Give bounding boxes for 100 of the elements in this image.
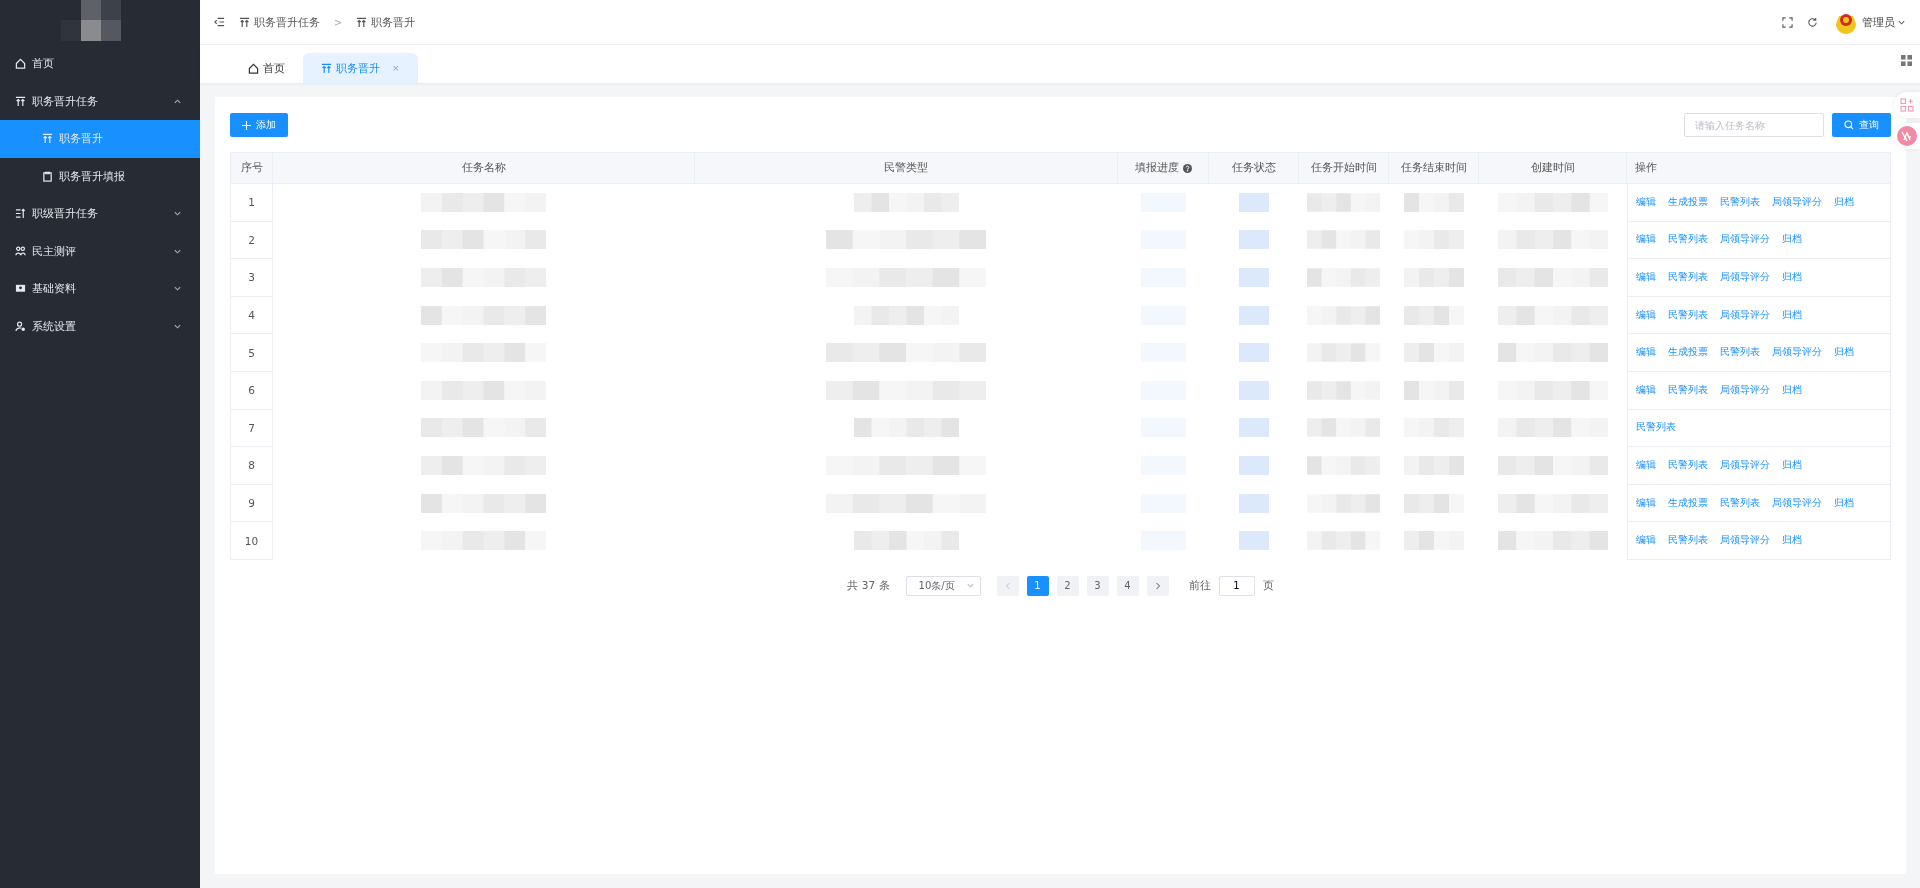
action-link[interactable]: 局领导评分 <box>1772 496 1822 510</box>
action-link[interactable]: 民警列表 <box>1720 496 1760 510</box>
query-button[interactable]: 查询 <box>1832 113 1891 137</box>
pixelated-text <box>1238 418 1269 438</box>
action-link[interactable]: 生成投票 <box>1668 496 1708 510</box>
action-link[interactable]: 归档 <box>1782 383 1802 397</box>
table-cell: 2 <box>231 221 273 260</box>
page-suffix: 页 <box>1262 578 1274 593</box>
action-link[interactable]: 归档 <box>1834 346 1854 360</box>
pixelated-text <box>1403 192 1464 212</box>
menu-item[interactable]: 首页 <box>0 45 200 83</box>
user-menu[interactable]: 管理员 <box>1832 8 1906 36</box>
action-link[interactable]: 局领导评分 <box>1720 233 1770 247</box>
page-button[interactable]: 3 <box>1086 575 1109 596</box>
chevron-down-icon <box>173 284 182 294</box>
action-link[interactable]: 编辑 <box>1636 534 1656 548</box>
menu-item[interactable]: 基础资料 <box>0 270 200 308</box>
user-name: 管理员 <box>1862 14 1895 30</box>
action-link[interactable]: 民警列表 <box>1668 458 1708 472</box>
menu-item[interactable]: 民主测评 <box>0 232 200 270</box>
action-link[interactable]: 生成投票 <box>1668 195 1708 209</box>
action-link[interactable]: 编辑 <box>1636 346 1656 360</box>
action-link[interactable]: 编辑 <box>1636 383 1656 397</box>
grid-icon[interactable] <box>1901 55 1912 66</box>
column-header: 任务名称 <box>273 153 695 184</box>
chevron-right-icon <box>1153 581 1162 590</box>
page-button[interactable]: 4 <box>1116 575 1139 596</box>
action-link[interactable]: 民警列表 <box>1668 233 1708 247</box>
breadcrumb-separator: > <box>334 16 343 28</box>
pixelated-text <box>1238 343 1269 363</box>
action-link[interactable]: 局领导评分 <box>1720 271 1770 284</box>
breadcrumb-item[interactable]: 职务晋升 <box>356 14 416 30</box>
action-link[interactable]: 民警列表 <box>1668 383 1708 397</box>
close-icon[interactable]: × <box>392 63 400 73</box>
pixelated-text <box>1403 343 1464 363</box>
page-tab[interactable]: 首页 <box>230 53 303 83</box>
menu-item[interactable]: 系统设置 <box>0 307 200 345</box>
action-link[interactable]: 民警列表 <box>1668 308 1708 322</box>
clipboard-icon <box>42 170 53 182</box>
menu-item[interactable]: 职务晋升任务 <box>0 82 200 120</box>
page-button[interactable]: 2 <box>1056 575 1079 596</box>
chevron-down-icon <box>965 581 975 591</box>
action-link[interactable]: 归档 <box>1782 271 1802 284</box>
table-cell: 9 <box>231 484 273 523</box>
action-link[interactable]: 民警列表 <box>1720 195 1760 209</box>
action-link[interactable]: 归档 <box>1782 534 1802 548</box>
id-card-icon <box>15 283 26 295</box>
goto-page-field[interactable]: 1 <box>1218 575 1255 596</box>
arrows-icon <box>15 95 26 107</box>
table-cell: 7 <box>231 409 273 448</box>
menu-fold-icon[interactable] <box>214 17 225 27</box>
pixelated-text <box>1238 192 1269 212</box>
action-link[interactable]: 民警列表 <box>1668 271 1708 284</box>
pixelated-text <box>1238 531 1269 551</box>
action-link[interactable]: 归档 <box>1782 233 1802 247</box>
page-tab[interactable]: 职务晋升 × <box>303 53 418 83</box>
menu-item[interactable]: 职务晋升填报 <box>0 157 200 195</box>
next-page-button[interactable] <box>1146 575 1169 596</box>
action-link[interactable]: 民警列表 <box>1636 421 1676 435</box>
action-link[interactable]: 局领导评分 <box>1720 458 1770 472</box>
action-link[interactable]: 局领导评分 <box>1720 534 1770 548</box>
action-link[interactable]: 编辑 <box>1636 308 1656 322</box>
action-link[interactable]: 编辑 <box>1636 233 1656 247</box>
pixelated-text <box>1238 493 1269 513</box>
menu-item[interactable]: 职务晋升 <box>0 120 200 158</box>
chevron-up-icon <box>173 96 182 106</box>
translate-icon[interactable] <box>1897 126 1917 146</box>
apps-icon[interactable] <box>1900 98 1914 112</box>
table-cell: 8 <box>231 447 273 485</box>
search-icon <box>1844 120 1854 130</box>
search-field[interactable]: 请输入任务名称 <box>1684 113 1824 137</box>
pixelated-text <box>1238 268 1269 287</box>
column-header: 序号 <box>231 153 273 184</box>
action-link[interactable]: 局领导评分 <box>1720 383 1770 397</box>
action-link[interactable]: 民警列表 <box>1668 534 1708 548</box>
column-header: 民警类型 <box>695 153 1118 184</box>
fullscreen-icon[interactable] <box>1782 16 1793 28</box>
action-link[interactable]: 局领导评分 <box>1772 346 1822 360</box>
page-button[interactable]: 1 <box>1026 575 1049 596</box>
refresh-icon[interactable] <box>1807 16 1818 28</box>
action-link[interactable]: 归档 <box>1834 496 1854 510</box>
action-link[interactable]: 归档 <box>1782 308 1802 322</box>
action-link[interactable]: 局领导评分 <box>1772 195 1822 209</box>
action-link[interactable]: 编辑 <box>1636 458 1656 472</box>
action-link[interactable]: 编辑 <box>1636 195 1656 209</box>
action-link[interactable]: 归档 <box>1782 458 1802 472</box>
add-button[interactable]: 添加 <box>230 113 288 137</box>
action-link[interactable]: 民警列表 <box>1720 346 1760 360</box>
pixelated-text <box>1403 531 1464 551</box>
breadcrumb-item[interactable]: 职务晋升任务 <box>239 14 320 30</box>
page-size-select[interactable]: 10条/页 <box>905 575 981 596</box>
action-link[interactable]: 局领导评分 <box>1720 308 1770 322</box>
pixelated-text <box>1238 305 1269 325</box>
action-link[interactable]: 编辑 <box>1636 271 1656 284</box>
action-link[interactable]: 生成投票 <box>1668 346 1708 360</box>
chevron-left-icon <box>1003 581 1012 590</box>
action-link[interactable]: 归档 <box>1834 195 1854 209</box>
pixelated-text <box>1238 455 1269 475</box>
action-link[interactable]: 编辑 <box>1636 496 1656 510</box>
menu-item[interactable]: 职级晋升任务 <box>0 195 200 233</box>
